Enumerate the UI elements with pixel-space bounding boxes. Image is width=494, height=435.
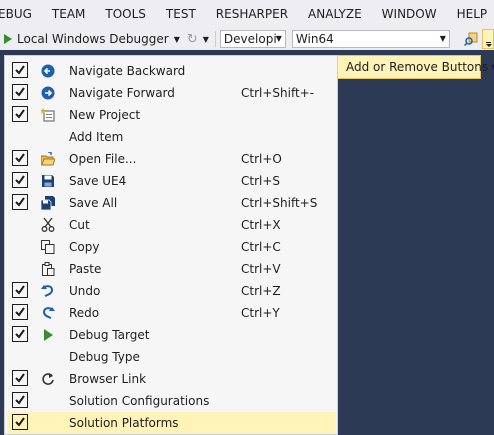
menu-item-label: Save UE4 <box>69 174 127 188</box>
menu-team[interactable]: TEAM <box>42 7 95 21</box>
menu-item-label: Browser Link <box>69 372 147 386</box>
menu-item-redo[interactable]: Redo Ctrl+Y <box>7 302 336 324</box>
find-in-files-icon[interactable] <box>463 32 478 47</box>
menu-item-label: Navigate Backward <box>69 64 186 78</box>
debugger-button-label[interactable]: Local Windows Debugger <box>17 32 169 46</box>
checkbox[interactable] <box>12 172 28 188</box>
menu-item-undo[interactable]: Undo Ctrl+Z <box>7 280 336 302</box>
checkbox[interactable] <box>12 392 28 408</box>
menu-item-label: Debug Target <box>69 328 150 342</box>
menu-item-solution-configurations[interactable]: Solution Configurations <box>7 390 336 412</box>
menu-item-copy[interactable]: Copy Ctrl+C <box>7 236 336 258</box>
menu-item-shortcut: Ctrl+S <box>241 174 281 188</box>
standard-toolbar: Local Windows Debugger ▼ ↻ ▼ Developi ▼ … <box>0 28 494 50</box>
save-all-icon <box>40 196 55 211</box>
configuration-value: Developi <box>223 32 277 46</box>
checkbox[interactable] <box>12 84 28 100</box>
undo-icon <box>41 284 55 298</box>
menu-test[interactable]: TEST <box>156 7 206 21</box>
chevron-down-icon[interactable]: ▼ <box>276 34 282 43</box>
menu-item-shortcut: Ctrl+X <box>241 218 281 232</box>
menu-item-shortcut: Ctrl+V <box>241 262 281 276</box>
navigate-forward-icon <box>41 86 55 100</box>
play-icon <box>41 328 55 342</box>
menu-item-save-ue4[interactable]: Save UE4 Ctrl+S <box>7 170 336 192</box>
menu-item-shortcut: Ctrl+Z <box>241 284 281 298</box>
menu-item-label: New Project <box>69 108 141 122</box>
menu-item-shortcut: Ctrl+C <box>241 240 281 254</box>
add-or-remove-buttons-item[interactable]: Add or Remove Buttons ▼ <box>337 55 494 79</box>
save-icon <box>41 174 55 188</box>
menu-analyze[interactable]: ANALYZE <box>298 7 372 21</box>
menu-item-solution-platforms[interactable]: Solution Platforms <box>7 412 336 434</box>
platform-value: Win64 <box>295 32 334 46</box>
menu-item-label: Solution Platforms <box>69 416 179 430</box>
menu-item-new-project[interactable]: New Project <box>7 104 336 126</box>
menu-item-shortcut: Ctrl+Y <box>241 306 280 320</box>
cut-icon <box>41 217 55 232</box>
toolbar-separator <box>214 31 216 47</box>
debugger-dropdown-icon[interactable]: ▼ <box>174 35 180 44</box>
menu-item-shortcut: Ctrl+O <box>241 152 282 166</box>
menu-resharper[interactable]: RESHARPER <box>206 7 298 21</box>
open-file-icon <box>40 151 56 166</box>
menu-item-shortcut: Ctrl+Shift+S <box>241 196 318 210</box>
navigate-backward-icon <box>41 64 55 78</box>
menu-item-label: Solution Configurations <box>69 394 210 408</box>
chevron-down-icon[interactable]: ▼ <box>440 34 446 43</box>
redo-icon <box>41 306 55 320</box>
menu-item-label: Undo <box>69 284 101 298</box>
menu-item-label: Navigate Forward <box>69 86 175 100</box>
menu-item-label: Paste <box>69 262 102 276</box>
solution-platforms-combo[interactable]: Win64 ▼ <box>291 30 450 48</box>
checkbox[interactable] <box>12 370 28 386</box>
toolbar-options-button[interactable] <box>481 29 494 49</box>
menu-item-label: Redo <box>69 306 100 320</box>
customize-buttons-menu: Navigate Backward Navigate Forward Ctrl+… <box>4 55 338 435</box>
menu-item-label: Save All <box>69 196 118 210</box>
menu-item-label: Debug Type <box>69 350 140 364</box>
checkbox[interactable] <box>12 326 28 342</box>
checkbox[interactable] <box>12 414 28 430</box>
menu-item-label: Add Item <box>69 130 124 144</box>
menu-window[interactable]: WINDOW <box>372 7 447 21</box>
menu-item-label: Open File... <box>69 152 137 166</box>
paste-icon <box>41 262 55 276</box>
solution-configurations-combo[interactable]: Developi ▼ <box>219 30 286 48</box>
menu-item-cut[interactable]: Cut Ctrl+X <box>7 214 336 236</box>
menu-tools[interactable]: TOOLS <box>95 7 156 21</box>
refresh-dropdown-icon[interactable]: ▼ <box>203 35 209 44</box>
menu-item-debug-target[interactable]: Debug Target <box>7 324 336 346</box>
menu-item-shortcut: Ctrl+Shift+- <box>241 86 315 100</box>
menu-item-open-file[interactable]: Open File... Ctrl+O <box>7 148 336 170</box>
menu-item-save-all[interactable]: Save All Ctrl+Shift+S <box>7 192 336 214</box>
start-debugging-icon[interactable] <box>4 34 12 44</box>
menu-item-navigate-backward[interactable]: Navigate Backward <box>7 60 336 82</box>
checkbox[interactable] <box>12 282 28 298</box>
checkbox[interactable] <box>12 304 28 320</box>
menu-item-browser-link[interactable]: Browser Link <box>7 368 336 390</box>
new-project-icon <box>40 108 55 122</box>
copy-icon <box>41 240 55 254</box>
add-or-remove-buttons-label: Add or Remove Buttons <box>346 60 489 74</box>
checkbox[interactable] <box>12 106 28 122</box>
menu-item-paste[interactable]: Paste Ctrl+V <box>7 258 336 280</box>
checkbox[interactable] <box>12 194 28 210</box>
menu-item-label: Copy <box>69 240 100 254</box>
menu-item-debug-type[interactable]: Debug Type <box>7 346 336 368</box>
checkbox[interactable] <box>12 62 28 78</box>
menu-bar: EBUG TEAM TOOLS TEST RESHARPER ANALYZE W… <box>0 0 494 28</box>
menu-item-add-item[interactable]: Add Item <box>7 126 336 148</box>
menu-item-label: Cut <box>69 218 90 232</box>
menu-item-navigate-forward[interactable]: Navigate Forward Ctrl+Shift+- <box>7 82 336 104</box>
checkbox[interactable] <box>12 150 28 166</box>
refresh-icon[interactable]: ↻ <box>187 32 198 47</box>
menu-debug[interactable]: EBUG <box>0 7 42 21</box>
menu-help[interactable]: HELP <box>447 7 494 21</box>
refresh-icon <box>41 372 55 386</box>
